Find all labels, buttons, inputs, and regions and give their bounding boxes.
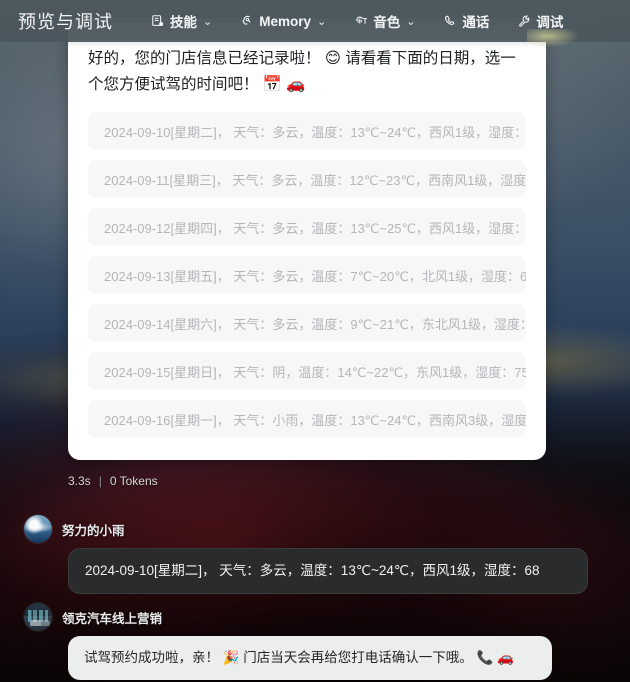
assistant-answer-card: 好的，您的门店信息已经记录啦！ 😊 请看看下面的日期，选一个您方便试驾的时间吧！… [68,18,546,460]
header-item-label: 技能 [170,15,197,30]
response-meta: 3.3s | 0 Tokens [68,474,158,488]
header-item-label: Memory [259,13,311,29]
avatar [24,603,52,631]
message-user: 努力的小雨 2024-09-10[星期二]， 天气：多云，温度：13℃~24℃，… [24,515,610,594]
memory-head-icon [240,14,254,28]
assistant-intro-text: 好的，您的门店信息已经记录啦！ 😊 请看看下面的日期，选一个您方便试驾的时间吧！… [88,50,516,93]
message-header: 领克汽车线上营销 [24,603,610,631]
header-item-call[interactable]: 通话 [443,11,489,31]
phone-icon [443,14,457,28]
date-option-row[interactable]: 2024-09-11[星期三]， 天气：多云，温度：12℃~23℃，西南风1级，… [88,160,526,198]
date-option-row[interactable]: 2024-09-10[星期二]， 天气：多云，温度：13℃~24℃，西风1级，湿… [88,112,526,150]
chevron-down-icon: ⌄ [316,15,327,28]
chevron-down-icon: ⌄ [203,15,213,28]
message-sender-name: 努力的小雨 [62,523,125,538]
wrench-icon [517,14,531,28]
chevron-down-icon: ⌄ [406,15,416,28]
header-item-label: 调试 [536,15,564,30]
avatar [24,515,52,543]
message-assistant: 领克汽车线上营销 试驾预约成功啦，亲！ 🎉 门店当天会再给您打电话确认一下哦。 … [24,603,610,680]
date-option-list: 2024-09-10[星期二]， 天气：多云，温度：13℃~24℃，西风1级，湿… [88,112,526,438]
date-option-row[interactable]: 2024-09-16[星期一]， 天气：小雨，温度：13℃~24℃，西南风3级，… [88,400,526,438]
date-option-row[interactable]: 2024-09-14[星期六]， 天气：多云，温度：9℃~21℃，东北风1级，湿… [88,304,526,342]
message-bubble: 试驾预约成功啦，亲！ 🎉 门店当天会再给您打电话确认一下哦。 📞 🚗 [68,636,552,680]
skill-card-icon [151,14,165,28]
header-menu: 技能 ⌄ Memory ⌄ 音色 ⌄ 通话 调试 [151,11,630,47]
response-duration: 3.3s [68,474,91,488]
date-option-row[interactable]: 2024-09-15[星期日]， 天气：阴，温度：14℃~22℃，东风1级，湿度… [88,352,526,390]
header-item-debug[interactable]: 调试 [517,11,580,47]
header-item-label: 通话 [462,15,490,30]
header-item-voice[interactable]: 音色 ⌄ [354,11,415,31]
response-tokens: 0 Tokens [109,474,158,488]
header-item-label: 音色 [373,15,401,30]
voice-tone-icon [354,14,368,28]
header-item-memory[interactable]: Memory ⌄ [240,14,326,29]
meta-separator: | [98,474,102,488]
header-item-skill[interactable]: 技能 ⌄ [151,11,212,31]
message-header: 努力的小雨 [24,515,610,543]
date-option-row[interactable]: 2024-09-12[星期四]， 天气：多云，温度：13℃~25℃，西风1级，湿… [88,208,526,246]
answer-card-content: 好的，您的门店信息已经记录啦！ 😊 请看看下面的日期，选一个您方便试驾的时间吧！… [68,18,546,452]
date-option-row[interactable]: 2024-09-13[星期五]， 天气：多云，温度：7℃~20℃，北风1级，湿度… [88,256,526,294]
message-sender-name: 领克汽车线上营销 [62,611,163,626]
app-header: 预览与调试 技能 ⌄ Memory ⌄ 音色 ⌄ 通话 调试 [0,0,630,47]
message-bubble: 2024-09-10[星期二]， 天气：多云，温度：13℃~24℃，西风1级，湿… [68,548,588,594]
page-title: 预览与调试 [18,12,113,32]
